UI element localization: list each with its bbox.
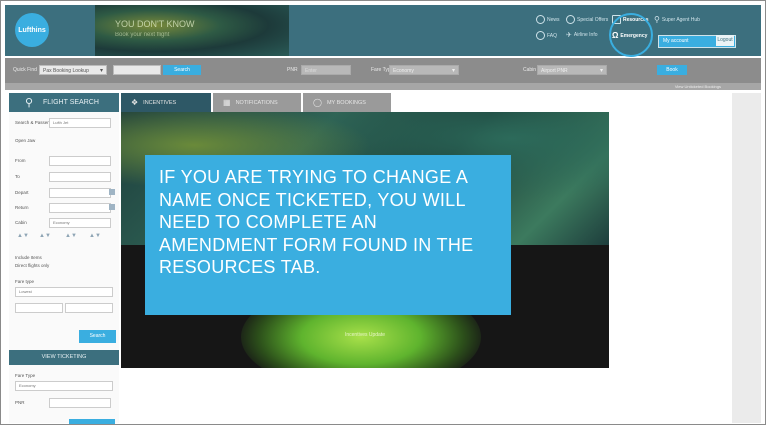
cabin-class-select[interactable]: Economy [49,218,111,228]
ticketing-submit-button[interactable] [69,419,115,424]
passenger-stepper-adults[interactable]: ▲▼ [17,233,29,239]
ticket-pnr-input[interactable] [49,398,111,408]
flight-search-tab[interactable]: ⚲ FLIGHT SEARCH [9,93,119,112]
site-header: Lufthins YOU DON'T KNOW Book your next f… [5,5,761,57]
view-ticketing-header[interactable]: VIEW TICKETING [9,350,119,365]
info-icon: ❖ [131,98,139,107]
airline-select[interactable]: Lufth Jet [49,118,111,128]
chevron-down-icon: ▾ [451,68,455,74]
right-gutter [732,93,761,423]
calendar-icon[interactable] [109,189,115,195]
unticketed-link[interactable]: View Unticketed Bookings [675,84,721,89]
nav-link-faq[interactable]: FAQ [536,31,557,40]
quick-find-input[interactable] [113,65,161,75]
cabin-label: Cabin [15,220,27,225]
user-icon: ⚲ [654,15,660,24]
quick-find-select[interactable]: Pax Booking Lookup ▾ [39,65,107,75]
info-strip: View Unticketed Bookings [5,83,761,90]
quick-find-toolbar: Quick Find Pax Booking Lookup ▾ Search PN… [5,58,761,83]
document-icon: ▦ [223,98,231,107]
depart-label: Depart [15,190,29,195]
nav-link-special-offers[interactable]: Special Offers [566,15,608,24]
inbound-time-select[interactable] [65,303,113,313]
globe-icon: ◯ [313,98,322,107]
return-date-input[interactable] [49,203,111,213]
ticket-fare-type-label: Fare Type [15,373,36,378]
nav-link-airline-info[interactable]: ✈ Airline Info [566,31,598,39]
flight-search-button[interactable]: Search [79,330,116,343]
ticket-pnr-label: PNR [15,400,25,405]
pnr-input[interactable]: Enter [301,65,351,75]
pnr-label: PNR [287,67,298,73]
return-label: Return [15,205,29,210]
calendar-icon[interactable] [109,204,115,210]
from-input[interactable] [49,156,111,166]
fare-type-sidebar-select[interactable]: Lowest [15,287,113,297]
to-label: To [15,174,20,179]
banner-subtitle: Book your next flight [115,32,170,38]
quick-find-label: Quick Find [13,67,37,73]
notice-text: IF YOU ARE TRYING TO CHANGE A NAME ONCE … [159,167,474,277]
chevron-down-icon: ▾ [99,68,103,74]
banner-title: YOU DON'T KNOW [115,19,195,29]
nav-link-super-agent-hub[interactable]: ⚲ Super Agent Hub [654,15,700,24]
magnifier-icon: ⚲ [25,97,34,109]
promo-caption: Incentives Update [344,332,386,338]
depart-date-input[interactable] [49,188,111,198]
header-banner: YOU DON'T KNOW Book your next flight [95,5,289,56]
fare-type-sidebar-label: Fare type [15,279,35,284]
cabin-label: Cabin [523,67,537,73]
faq-icon [536,31,545,40]
to-input[interactable] [49,172,111,182]
tab-incentives[interactable]: ❖ INCENTIVES [121,93,211,112]
chevron-down-icon: ▾ [599,68,603,74]
passenger-stepper-other[interactable]: ▲▼ [89,233,101,239]
resources-highlight-ring [609,13,653,57]
direct-flights-label[interactable]: Direct flights only [15,263,49,268]
ticket-fare-type-select[interactable]: Economy [15,381,113,391]
logo-text: Lufthins [18,26,46,34]
quick-find-search-button[interactable]: Search [163,65,201,75]
screenshot-frame: Lufthins YOU DON'T KNOW Book your next f… [0,0,766,425]
passenger-stepper-infant[interactable]: ▲▼ [65,233,77,239]
book-button[interactable]: Book [657,65,687,75]
open-jaw-checkbox-label[interactable]: Open Jaw [15,138,35,143]
cabin-select[interactable]: Airport PNR ▾ [537,65,607,75]
nav-link-news[interactable]: News [536,15,560,24]
passenger-stepper-child[interactable]: ▲▼ [39,233,51,239]
outbound-time-select[interactable] [15,303,63,313]
include-items-label: Include Items [15,255,42,260]
logout-button[interactable]: Logout [716,35,734,46]
news-icon [536,15,545,24]
tab-notifications[interactable]: ▦ NOTIFICATIONS [213,93,301,112]
fare-type-select[interactable]: Economy ▾ [389,65,459,75]
plane-icon: ✈ [566,32,572,39]
tab-my-bookings[interactable]: ◯ MY BOOKINGS [303,93,391,112]
notice-callout: IF YOU ARE TRYING TO CHANGE A NAME ONCE … [145,155,511,315]
offers-icon [566,15,575,24]
from-label: From [15,158,26,163]
brand-logo[interactable]: Lufthins [15,13,49,47]
flight-search-sidebar: ⚲ FLIGHT SEARCH Search & Passenger Lufth… [9,93,119,424]
